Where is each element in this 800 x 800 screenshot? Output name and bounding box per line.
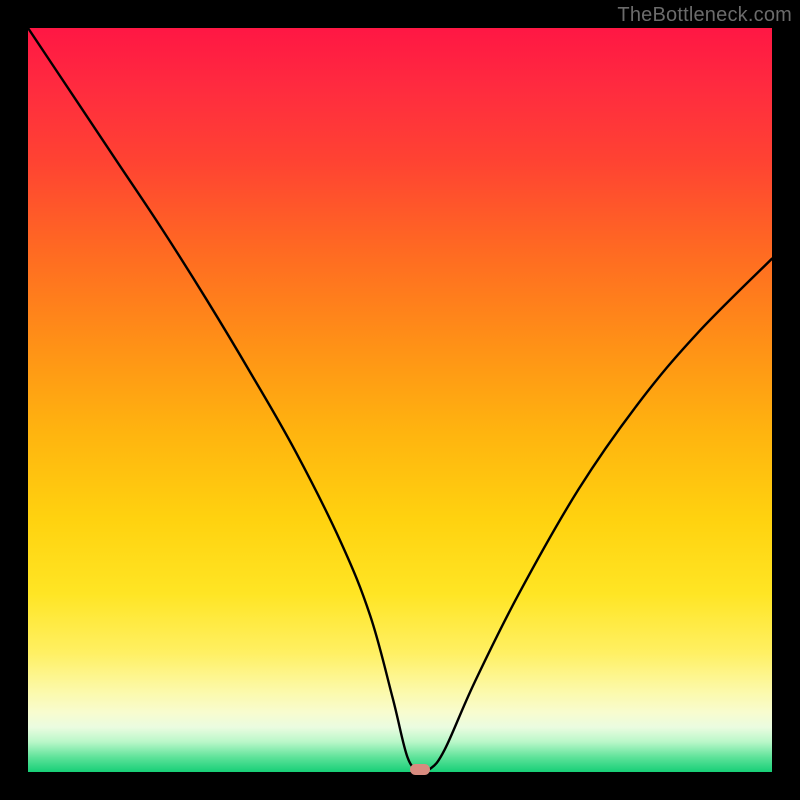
bottleneck-curve [28, 28, 772, 772]
chart-frame: TheBottleneck.com [0, 0, 800, 800]
minimum-marker [410, 764, 430, 775]
watermark-text: TheBottleneck.com [617, 4, 792, 27]
plot-area [28, 28, 772, 772]
